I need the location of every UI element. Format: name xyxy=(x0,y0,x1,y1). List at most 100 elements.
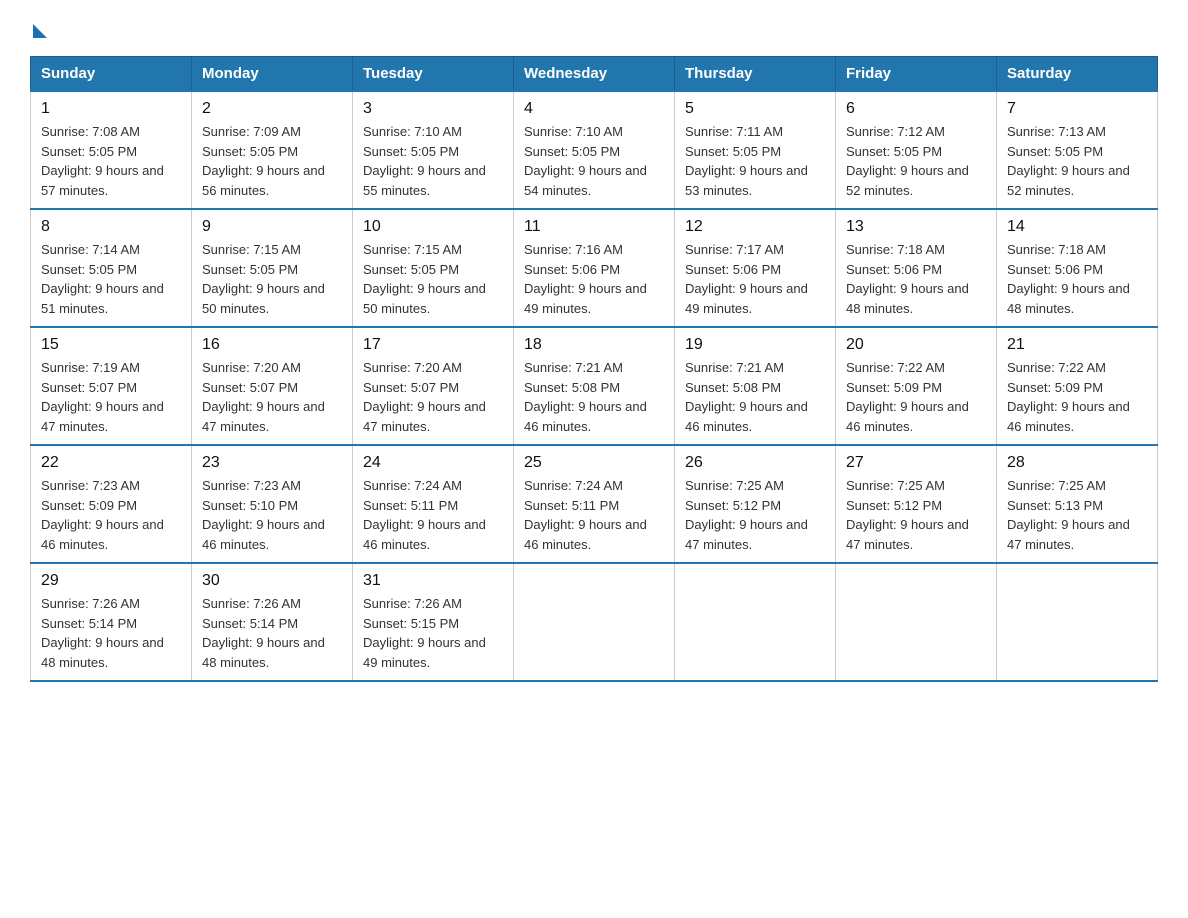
calendar-cell xyxy=(675,563,836,681)
day-info: Sunrise: 7:25 AM Sunset: 5:13 PM Dayligh… xyxy=(1007,476,1147,554)
calendar-table: SundayMondayTuesdayWednesdayThursdayFrid… xyxy=(30,56,1158,682)
calendar-cell: 24 Sunrise: 7:24 AM Sunset: 5:11 PM Dayl… xyxy=(353,445,514,563)
day-info: Sunrise: 7:16 AM Sunset: 5:06 PM Dayligh… xyxy=(524,240,664,318)
calendar-cell: 26 Sunrise: 7:25 AM Sunset: 5:12 PM Dayl… xyxy=(675,445,836,563)
calendar-cell: 21 Sunrise: 7:22 AM Sunset: 5:09 PM Dayl… xyxy=(997,327,1158,445)
day-number: 12 xyxy=(685,218,825,236)
calendar-week-row-3: 15 Sunrise: 7:19 AM Sunset: 5:07 PM Dayl… xyxy=(31,327,1158,445)
day-number: 7 xyxy=(1007,100,1147,118)
calendar-cell: 13 Sunrise: 7:18 AM Sunset: 5:06 PM Dayl… xyxy=(836,209,997,327)
day-number: 31 xyxy=(363,572,503,590)
day-info: Sunrise: 7:13 AM Sunset: 5:05 PM Dayligh… xyxy=(1007,122,1147,200)
day-number: 21 xyxy=(1007,336,1147,354)
day-number: 23 xyxy=(202,454,342,472)
day-info: Sunrise: 7:15 AM Sunset: 5:05 PM Dayligh… xyxy=(202,240,342,318)
day-number: 25 xyxy=(524,454,664,472)
day-info: Sunrise: 7:21 AM Sunset: 5:08 PM Dayligh… xyxy=(685,358,825,436)
logo xyxy=(30,20,47,38)
calendar-cell: 17 Sunrise: 7:20 AM Sunset: 5:07 PM Dayl… xyxy=(353,327,514,445)
day-info: Sunrise: 7:22 AM Sunset: 5:09 PM Dayligh… xyxy=(1007,358,1147,436)
day-number: 19 xyxy=(685,336,825,354)
day-number: 6 xyxy=(846,100,986,118)
day-info: Sunrise: 7:11 AM Sunset: 5:05 PM Dayligh… xyxy=(685,122,825,200)
calendar-cell: 2 Sunrise: 7:09 AM Sunset: 5:05 PM Dayli… xyxy=(192,91,353,209)
day-number: 20 xyxy=(846,336,986,354)
day-number: 27 xyxy=(846,454,986,472)
day-info: Sunrise: 7:12 AM Sunset: 5:05 PM Dayligh… xyxy=(846,122,986,200)
day-number: 11 xyxy=(524,218,664,236)
day-info: Sunrise: 7:19 AM Sunset: 5:07 PM Dayligh… xyxy=(41,358,181,436)
calendar-cell: 23 Sunrise: 7:23 AM Sunset: 5:10 PM Dayl… xyxy=(192,445,353,563)
calendar-week-row-4: 22 Sunrise: 7:23 AM Sunset: 5:09 PM Dayl… xyxy=(31,445,1158,563)
day-info: Sunrise: 7:26 AM Sunset: 5:15 PM Dayligh… xyxy=(363,594,503,672)
day-info: Sunrise: 7:26 AM Sunset: 5:14 PM Dayligh… xyxy=(41,594,181,672)
day-number: 1 xyxy=(41,100,181,118)
calendar-cell xyxy=(997,563,1158,681)
day-info: Sunrise: 7:15 AM Sunset: 5:05 PM Dayligh… xyxy=(363,240,503,318)
calendar-cell: 27 Sunrise: 7:25 AM Sunset: 5:12 PM Dayl… xyxy=(836,445,997,563)
day-number: 24 xyxy=(363,454,503,472)
calendar-cell: 14 Sunrise: 7:18 AM Sunset: 5:06 PM Dayl… xyxy=(997,209,1158,327)
day-info: Sunrise: 7:24 AM Sunset: 5:11 PM Dayligh… xyxy=(363,476,503,554)
calendar-cell: 28 Sunrise: 7:25 AM Sunset: 5:13 PM Dayl… xyxy=(997,445,1158,563)
calendar-cell: 11 Sunrise: 7:16 AM Sunset: 5:06 PM Dayl… xyxy=(514,209,675,327)
calendar-cell: 4 Sunrise: 7:10 AM Sunset: 5:05 PM Dayli… xyxy=(514,91,675,209)
calendar-cell: 15 Sunrise: 7:19 AM Sunset: 5:07 PM Dayl… xyxy=(31,327,192,445)
calendar-cell xyxy=(514,563,675,681)
day-number: 15 xyxy=(41,336,181,354)
day-number: 29 xyxy=(41,572,181,590)
page-header xyxy=(30,20,1158,38)
calendar-cell: 12 Sunrise: 7:17 AM Sunset: 5:06 PM Dayl… xyxy=(675,209,836,327)
calendar-cell: 19 Sunrise: 7:21 AM Sunset: 5:08 PM Dayl… xyxy=(675,327,836,445)
calendar-cell: 6 Sunrise: 7:12 AM Sunset: 5:05 PM Dayli… xyxy=(836,91,997,209)
day-number: 10 xyxy=(363,218,503,236)
day-info: Sunrise: 7:24 AM Sunset: 5:11 PM Dayligh… xyxy=(524,476,664,554)
day-number: 16 xyxy=(202,336,342,354)
calendar-week-row-5: 29 Sunrise: 7:26 AM Sunset: 5:14 PM Dayl… xyxy=(31,563,1158,681)
calendar-cell: 31 Sunrise: 7:26 AM Sunset: 5:15 PM Dayl… xyxy=(353,563,514,681)
calendar-cell: 10 Sunrise: 7:15 AM Sunset: 5:05 PM Dayl… xyxy=(353,209,514,327)
day-info: Sunrise: 7:17 AM Sunset: 5:06 PM Dayligh… xyxy=(685,240,825,318)
calendar-cell: 16 Sunrise: 7:20 AM Sunset: 5:07 PM Dayl… xyxy=(192,327,353,445)
calendar-cell: 30 Sunrise: 7:26 AM Sunset: 5:14 PM Dayl… xyxy=(192,563,353,681)
day-number: 13 xyxy=(846,218,986,236)
calendar-cell: 25 Sunrise: 7:24 AM Sunset: 5:11 PM Dayl… xyxy=(514,445,675,563)
day-number: 14 xyxy=(1007,218,1147,236)
calendar-header-sunday: Sunday xyxy=(31,57,192,92)
calendar-week-row-1: 1 Sunrise: 7:08 AM Sunset: 5:05 PM Dayli… xyxy=(31,91,1158,209)
day-number: 2 xyxy=(202,100,342,118)
day-info: Sunrise: 7:14 AM Sunset: 5:05 PM Dayligh… xyxy=(41,240,181,318)
day-info: Sunrise: 7:22 AM Sunset: 5:09 PM Dayligh… xyxy=(846,358,986,436)
calendar-cell xyxy=(836,563,997,681)
day-number: 3 xyxy=(363,100,503,118)
day-info: Sunrise: 7:21 AM Sunset: 5:08 PM Dayligh… xyxy=(524,358,664,436)
day-info: Sunrise: 7:23 AM Sunset: 5:10 PM Dayligh… xyxy=(202,476,342,554)
calendar-cell: 9 Sunrise: 7:15 AM Sunset: 5:05 PM Dayli… xyxy=(192,209,353,327)
calendar-cell: 7 Sunrise: 7:13 AM Sunset: 5:05 PM Dayli… xyxy=(997,91,1158,209)
calendar-header-tuesday: Tuesday xyxy=(353,57,514,92)
day-info: Sunrise: 7:25 AM Sunset: 5:12 PM Dayligh… xyxy=(846,476,986,554)
day-number: 5 xyxy=(685,100,825,118)
calendar-cell: 18 Sunrise: 7:21 AM Sunset: 5:08 PM Dayl… xyxy=(514,327,675,445)
day-number: 17 xyxy=(363,336,503,354)
calendar-header-row: SundayMondayTuesdayWednesdayThursdayFrid… xyxy=(31,57,1158,92)
day-info: Sunrise: 7:23 AM Sunset: 5:09 PM Dayligh… xyxy=(41,476,181,554)
day-info: Sunrise: 7:08 AM Sunset: 5:05 PM Dayligh… xyxy=(41,122,181,200)
calendar-cell: 29 Sunrise: 7:26 AM Sunset: 5:14 PM Dayl… xyxy=(31,563,192,681)
calendar-header-monday: Monday xyxy=(192,57,353,92)
day-number: 18 xyxy=(524,336,664,354)
calendar-header-saturday: Saturday xyxy=(997,57,1158,92)
calendar-week-row-2: 8 Sunrise: 7:14 AM Sunset: 5:05 PM Dayli… xyxy=(31,209,1158,327)
calendar-cell: 22 Sunrise: 7:23 AM Sunset: 5:09 PM Dayl… xyxy=(31,445,192,563)
day-number: 8 xyxy=(41,218,181,236)
day-number: 26 xyxy=(685,454,825,472)
day-number: 4 xyxy=(524,100,664,118)
day-info: Sunrise: 7:18 AM Sunset: 5:06 PM Dayligh… xyxy=(846,240,986,318)
calendar-cell: 20 Sunrise: 7:22 AM Sunset: 5:09 PM Dayl… xyxy=(836,327,997,445)
logo-arrow-icon xyxy=(33,24,47,38)
day-number: 28 xyxy=(1007,454,1147,472)
calendar-header-wednesday: Wednesday xyxy=(514,57,675,92)
calendar-cell: 3 Sunrise: 7:10 AM Sunset: 5:05 PM Dayli… xyxy=(353,91,514,209)
day-info: Sunrise: 7:20 AM Sunset: 5:07 PM Dayligh… xyxy=(363,358,503,436)
day-number: 22 xyxy=(41,454,181,472)
